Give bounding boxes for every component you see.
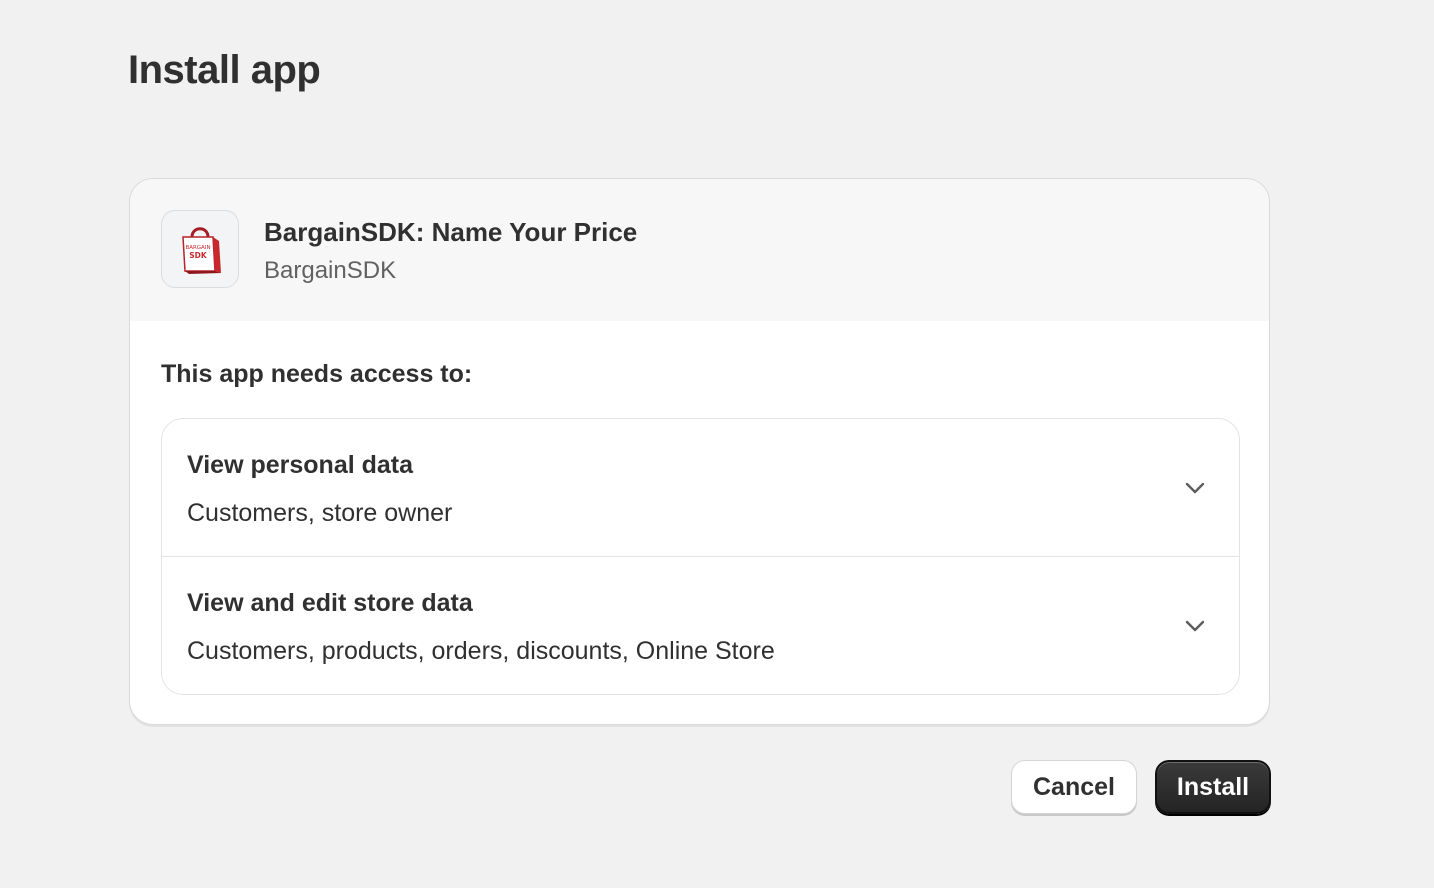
- install-button[interactable]: Install: [1155, 760, 1271, 814]
- permission-list: View personal data Customers, store owne…: [161, 418, 1240, 695]
- app-icon: BARGAIN SDK: [161, 210, 239, 288]
- app-name: BargainSDK: Name Your Price: [264, 217, 638, 247]
- cancel-button[interactable]: Cancel: [1011, 760, 1137, 814]
- app-developer: BargainSDK: [264, 257, 397, 284]
- install-card: BARGAIN SDK BargainSDK: Name Your Price …: [129, 178, 1270, 725]
- permission-description: Customers, store owner: [187, 499, 453, 527]
- chevron-down-icon[interactable]: [1184, 615, 1206, 637]
- permission-title: View and edit store data: [187, 589, 473, 617]
- chevron-down-icon[interactable]: [1184, 477, 1206, 499]
- permission-item-store-data[interactable]: View and edit store data Customers, prod…: [162, 557, 1239, 694]
- permission-item-personal-data[interactable]: View personal data Customers, store owne…: [162, 419, 1239, 557]
- page-title: Install app: [128, 48, 321, 92]
- shopping-bag-icon: BARGAIN SDK: [182, 227, 221, 274]
- app-icon-text: SDK: [189, 251, 208, 260]
- permission-title: View personal data: [187, 451, 414, 479]
- permission-description: Customers, products, orders, discounts, …: [187, 637, 775, 665]
- app-header: BARGAIN SDK BargainSDK: Name Your Price …: [130, 179, 1269, 321]
- access-heading: This app needs access to:: [161, 360, 473, 388]
